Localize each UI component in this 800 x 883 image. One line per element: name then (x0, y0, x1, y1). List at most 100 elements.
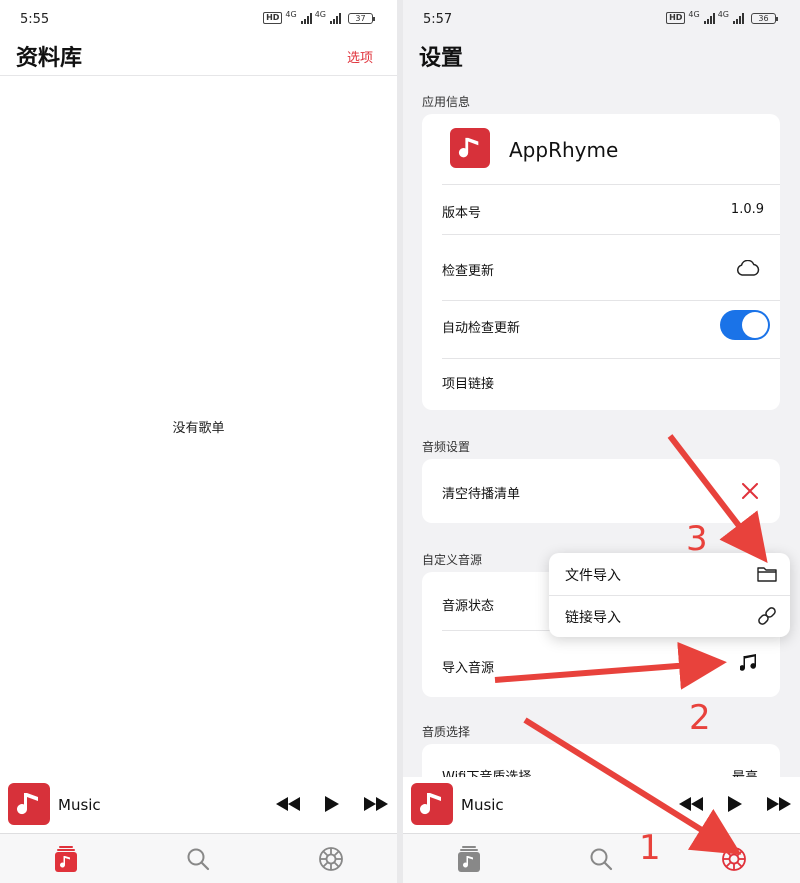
clear-queue-row[interactable]: 清空待播清单 (422, 471, 780, 511)
signal-icon-2 (330, 12, 341, 24)
empty-playlist-message: 没有歌单 (172, 421, 225, 436)
link-import-label: 链接导入 (565, 610, 621, 626)
battery-icon: 37 (348, 12, 375, 24)
album-art[interactable] (8, 783, 50, 825)
music-note-icon (420, 793, 441, 815)
network-label-right-2: 4G (717, 10, 729, 19)
status-bar-right: 5:57 HD 4G 4G 36 (403, 0, 800, 38)
mini-player-right[interactable]: Music (403, 777, 800, 833)
row-divider (442, 358, 780, 359)
fast-forward-button[interactable] (766, 793, 792, 815)
playback-controls (275, 793, 389, 815)
audio-card: 清空待播清单 (422, 459, 780, 523)
tab-bar (0, 833, 397, 883)
play-button[interactable] (722, 793, 748, 815)
section-app-info: 应用信息 (422, 95, 471, 109)
app-icon (450, 128, 490, 168)
link-import-option[interactable]: 链接导入 (549, 595, 790, 637)
tab-bar-right (403, 833, 800, 883)
network-label: 4G (285, 10, 297, 19)
page-title-settings: 设置 (419, 46, 464, 71)
tab-settings[interactable] (265, 834, 397, 883)
hd-badge-right: HD (666, 12, 686, 24)
search-icon (590, 848, 613, 870)
file-import-option[interactable]: 文件导入 (549, 553, 790, 595)
section-quality: 音质选择 (422, 725, 471, 739)
fast-forward-button[interactable] (363, 793, 389, 815)
project-link-row[interactable]: 项目链接 (422, 366, 780, 406)
clear-queue-label: 清空待播清单 (442, 487, 521, 502)
status-icons-right: HD 4G 4G 36 (666, 10, 778, 24)
tab-search[interactable] (132, 834, 264, 883)
settings-gear-icon (318, 846, 343, 871)
mini-player[interactable]: Music (0, 777, 397, 833)
hd-badge: HD (263, 12, 283, 24)
app-name: AppRhyme (509, 138, 619, 162)
library-icon (458, 845, 481, 872)
options-button[interactable]: 选项 (347, 47, 373, 66)
page-title: 资料库 (16, 46, 83, 71)
annotation-step-3: 3 (686, 519, 708, 559)
auto-check-label: 自动检查更新 (442, 321, 521, 336)
music-note-icon (17, 793, 38, 815)
network-label-2: 4G (314, 10, 326, 19)
row-divider (442, 300, 780, 301)
status-time-right: 5:57 (423, 12, 453, 27)
music-note-icon (458, 137, 479, 158)
settings-header: 设置 (403, 38, 800, 76)
fast-forward-icon (364, 797, 388, 811)
source-status-label: 音源状态 (442, 599, 495, 614)
signal-icon (300, 12, 312, 24)
play-button[interactable] (319, 793, 345, 815)
tab-library[interactable] (0, 834, 132, 883)
signal-icon-right-2 (733, 12, 744, 24)
rewind-icon (679, 797, 703, 811)
cloud-icon (736, 260, 760, 276)
status-icons: HD 4G 4G 37 (263, 10, 375, 24)
version-label: 版本号 (442, 206, 482, 221)
auto-check-toggle[interactable] (720, 310, 770, 340)
track-title-right: Music (461, 796, 504, 814)
row-divider (442, 234, 780, 235)
fast-forward-icon (767, 797, 791, 811)
file-import-label: 文件导入 (565, 568, 621, 584)
music-note-icon[interactable] (740, 654, 758, 674)
check-update-row[interactable]: 检查更新 (422, 244, 780, 284)
section-audio: 音频设置 (422, 440, 471, 454)
library-header: 资料库 选项 (0, 38, 397, 76)
rewind-button[interactable] (678, 793, 704, 815)
tab-settings[interactable] (668, 834, 800, 883)
settings-screen: 5:57 HD 4G 4G 36 设置 应用信息 AppRhyme 版本号 1.… (403, 0, 800, 883)
library-icon (55, 845, 78, 872)
import-popup-menu: 文件导入 链接导入 (549, 553, 790, 637)
link-icon (758, 607, 776, 625)
tab-library[interactable] (403, 834, 535, 883)
play-icon (728, 796, 742, 812)
annotation-step-2: 2 (689, 698, 711, 738)
library-screen: 5:55 HD 4G 4G 37 资料库 选项 没有歌单 Music (0, 0, 397, 883)
battery-icon-right: 36 (751, 12, 778, 24)
signal-icon-right (703, 12, 715, 24)
play-icon (325, 796, 339, 812)
track-title: Music (58, 796, 101, 814)
project-link-label: 项目链接 (442, 377, 495, 392)
album-art-right[interactable] (411, 783, 453, 825)
version-value: 1.0.9 (730, 202, 764, 217)
import-source-label: 导入音源 (442, 661, 495, 676)
close-x-icon[interactable] (742, 483, 758, 499)
settings-gear-icon (721, 846, 746, 871)
section-custom-source: 自定义音源 (422, 553, 483, 567)
import-source-row[interactable]: 导入音源 (422, 644, 780, 684)
annotation-step-1: 1 (639, 828, 661, 868)
playback-controls-right (678, 793, 792, 815)
check-update-label: 检查更新 (442, 264, 495, 279)
network-label-right: 4G (688, 10, 700, 19)
app-info-card: AppRhyme 版本号 1.0.9 检查更新 自动检查更新 项目链接 (422, 114, 780, 410)
row-divider (442, 184, 780, 185)
status-bar: 5:55 HD 4G 4G 37 (0, 0, 397, 38)
status-time: 5:55 (20, 12, 50, 27)
folder-icon (757, 567, 777, 582)
rewind-icon (276, 797, 300, 811)
rewind-button[interactable] (275, 793, 301, 815)
toggle-knob (742, 312, 768, 338)
